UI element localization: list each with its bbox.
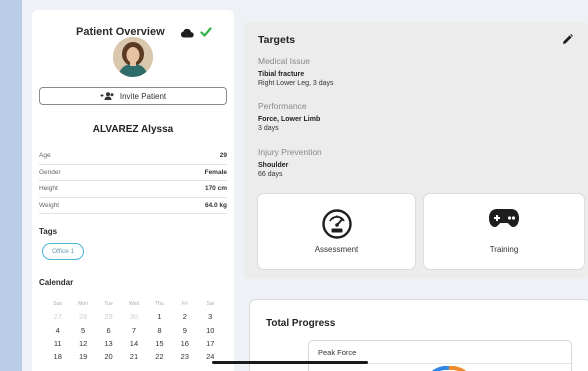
patient-overview-panel: Patient Overview Invite Patient ALVAREZ … bbox=[32, 10, 234, 371]
target-injury-prevention[interactable]: Injury Prevention Shoulder 66 days bbox=[258, 147, 322, 178]
calendar-day[interactable]: 10 bbox=[198, 326, 223, 335]
calendar-day[interactable]: 8 bbox=[147, 326, 172, 335]
target-category: Injury Prevention bbox=[258, 147, 322, 157]
calendar-heading: Calendar bbox=[39, 278, 74, 287]
avatar bbox=[113, 37, 153, 77]
calendar: Sun Mon Tue Wed Thu Fri Sat 27 28 29 30 … bbox=[45, 297, 223, 363]
gauge-icon bbox=[321, 209, 352, 239]
stat-value: Female bbox=[204, 168, 227, 176]
invite-patient-label: Invite Patient bbox=[119, 91, 167, 101]
calendar-day[interactable]: 29 bbox=[96, 312, 121, 321]
app-screen: Patient Overview Invite Patient ALVAREZ … bbox=[22, 0, 588, 371]
cloud-icon[interactable] bbox=[180, 28, 194, 38]
training-card[interactable]: Training bbox=[424, 194, 584, 269]
pencil-icon[interactable] bbox=[562, 34, 573, 45]
target-detail: 3 days bbox=[258, 125, 279, 132]
calendar-day[interactable]: 22 bbox=[147, 352, 172, 361]
calendar-day[interactable]: 2 bbox=[172, 312, 197, 321]
stat-row-height: Height 170 cm bbox=[39, 181, 227, 198]
calendar-day[interactable]: 1 bbox=[147, 312, 172, 321]
calendar-day[interactable]: 19 bbox=[70, 352, 95, 361]
calendar-day[interactable]: 28 bbox=[70, 312, 95, 321]
target-category: Performance bbox=[258, 101, 307, 111]
stat-row-age: Age 29 bbox=[39, 148, 227, 165]
check-icon bbox=[200, 27, 212, 37]
add-users-icon bbox=[100, 92, 114, 100]
target-medical-issue[interactable]: Medical Issue Tibial fracture Right Lowe… bbox=[258, 56, 334, 87]
stat-label: Weight bbox=[39, 201, 60, 209]
calendar-day[interactable]: 5 bbox=[70, 326, 95, 335]
calendar-day[interactable]: 30 bbox=[121, 312, 146, 321]
calendar-day[interactable]: 27 bbox=[45, 312, 70, 321]
calendar-day[interactable]: 23 bbox=[172, 352, 197, 361]
weekday-label: Wed bbox=[128, 300, 140, 307]
calendar-week: 18 19 20 21 22 23 24 bbox=[45, 350, 223, 363]
calendar-day[interactable]: 12 bbox=[70, 339, 95, 348]
calendar-day[interactable]: 18 bbox=[45, 352, 70, 361]
target-title: Tibial fracture bbox=[258, 71, 305, 78]
calendar-week: 4 5 6 7 8 9 10 bbox=[45, 324, 223, 337]
target-detail: Right Lower Leg, 3 days bbox=[258, 80, 334, 87]
stat-row-gender: Gender Female bbox=[39, 165, 227, 181]
calendar-day[interactable]: 21 bbox=[121, 352, 146, 361]
calendar-week: 27 28 29 30 1 2 3 bbox=[45, 310, 223, 323]
tags-heading: Tags bbox=[39, 227, 58, 236]
calendar-weekdays: Sun Mon Tue Wed Thu Fri Sat bbox=[45, 297, 223, 310]
progress-arc bbox=[431, 366, 467, 371]
patient-stats: Age 29 Gender Female Height 170 cm Weigh… bbox=[39, 148, 227, 214]
target-detail: 66 days bbox=[258, 171, 283, 178]
patient-name: ALVAREZ Alyssa bbox=[92, 124, 174, 135]
stat-label: Height bbox=[39, 185, 58, 193]
peak-force-label: Peak Force bbox=[318, 348, 357, 357]
gamepad-icon bbox=[489, 209, 519, 227]
weekday-label: Sun bbox=[53, 300, 63, 307]
home-indicator[interactable] bbox=[212, 361, 368, 364]
stat-value: 29 bbox=[219, 152, 227, 160]
stat-value: 64.0 kg bbox=[204, 201, 227, 209]
weekday-label: Thu bbox=[155, 300, 164, 307]
stat-label: Age bbox=[39, 152, 51, 160]
peak-force-card[interactable]: Peak Force bbox=[308, 340, 572, 371]
targets-title: Targets bbox=[258, 34, 296, 46]
calendar-day[interactable]: 14 bbox=[121, 339, 146, 348]
calendar-week: 11 12 13 14 15 16 17 bbox=[45, 337, 223, 350]
assessment-card[interactable]: Assessment bbox=[258, 194, 415, 269]
total-progress-title: Total Progress bbox=[266, 318, 336, 329]
stat-row-weight: Weight 64.0 kg bbox=[39, 198, 227, 214]
target-title: Shoulder bbox=[258, 162, 289, 169]
weekday-label: Mon bbox=[78, 300, 88, 307]
invite-patient-button[interactable]: Invite Patient bbox=[39, 87, 227, 105]
calendar-day[interactable]: 24 bbox=[198, 352, 223, 361]
calendar-day[interactable]: 4 bbox=[45, 326, 70, 335]
weekday-label: Fri bbox=[181, 300, 188, 307]
stat-label: Gender bbox=[39, 168, 61, 176]
calendar-day[interactable]: 16 bbox=[172, 339, 197, 348]
weekday-label: Tue bbox=[104, 300, 113, 307]
calendar-day[interactable]: 20 bbox=[96, 352, 121, 361]
calendar-day[interactable]: 11 bbox=[45, 339, 70, 348]
targets-panel: Targets Medical Issue Tibial fracture Ri… bbox=[244, 22, 588, 279]
panel-title: Patient Overview bbox=[76, 26, 165, 38]
stat-value: 170 cm bbox=[204, 185, 227, 193]
training-label: Training bbox=[489, 245, 519, 254]
calendar-day[interactable]: 17 bbox=[198, 339, 223, 348]
target-title: Force, Lower Limb bbox=[258, 116, 321, 123]
tag-chip[interactable]: Office 1 bbox=[42, 243, 85, 260]
assessment-label: Assessment bbox=[314, 245, 359, 254]
calendar-day[interactable]: 3 bbox=[198, 312, 223, 321]
weekday-label: Sat bbox=[206, 300, 214, 307]
calendar-day[interactable]: 13 bbox=[96, 339, 121, 348]
target-performance[interactable]: Performance Force, Lower Limb 3 days bbox=[258, 101, 320, 132]
calendar-day[interactable]: 7 bbox=[121, 326, 146, 335]
calendar-day[interactable]: 9 bbox=[172, 326, 197, 335]
calendar-day[interactable]: 6 bbox=[96, 326, 121, 335]
target-category: Medical Issue bbox=[258, 56, 310, 66]
calendar-day[interactable]: 15 bbox=[147, 339, 172, 348]
